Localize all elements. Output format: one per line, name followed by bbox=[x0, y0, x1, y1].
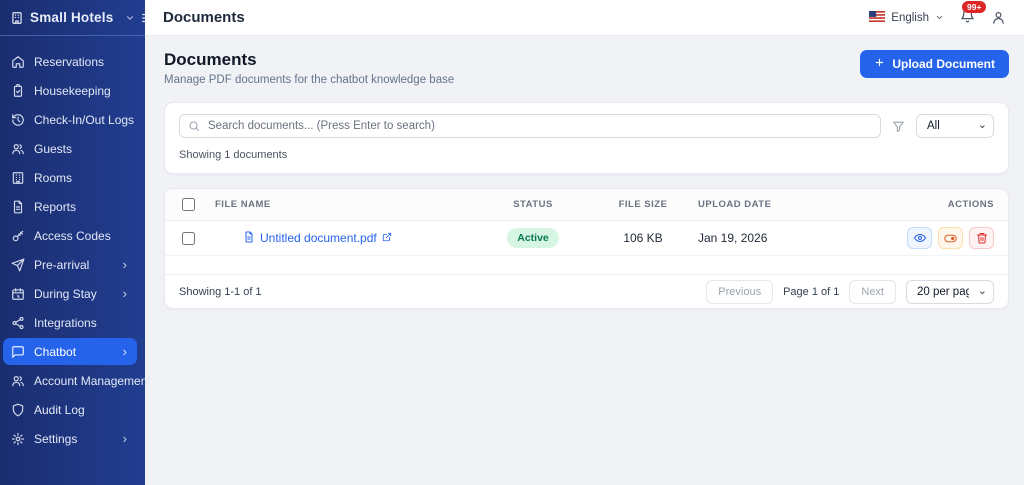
filter-funnel-icon[interactable] bbox=[892, 120, 905, 133]
sidebar-item-rooms[interactable]: Rooms bbox=[3, 164, 137, 191]
sidebar-item-guests[interactable]: Guests bbox=[3, 135, 137, 162]
page-subtitle: Manage PDF documents for the chatbot kno… bbox=[164, 74, 454, 86]
chevron-down-icon[interactable] bbox=[125, 13, 135, 23]
sidebar-item-checkinout-logs[interactable]: Check-In/Out Logs bbox=[3, 106, 137, 133]
share-network-icon bbox=[11, 316, 25, 330]
column-header-upload-date: Upload Date bbox=[698, 199, 898, 210]
notifications-button[interactable]: 99+ bbox=[960, 8, 975, 28]
file-text-icon bbox=[11, 200, 25, 214]
chevron-right-icon: › bbox=[123, 431, 129, 446]
home-icon bbox=[11, 55, 25, 69]
sidebar-nav: Reservations Housekeeping Check-In/Out L… bbox=[0, 36, 145, 485]
sidebar-item-account-management[interactable]: Account Management bbox=[3, 367, 137, 394]
content: Documents Manage PDF documents for the c… bbox=[145, 36, 1024, 485]
sidebar-item-settings[interactable]: Settings › bbox=[3, 425, 137, 452]
history-icon bbox=[11, 113, 25, 127]
topbar-title: Documents bbox=[163, 9, 245, 26]
status-filter-select[interactable]: All bbox=[916, 114, 994, 138]
table-row: Untitled document.pdf Active 106 KB Jan … bbox=[165, 221, 1008, 256]
upload-document-button[interactable]: Upload Document bbox=[860, 50, 1009, 78]
page-indicator: Page 1 of 1 bbox=[783, 286, 839, 298]
shield-icon bbox=[11, 403, 25, 417]
file-name: Untitled document.pdf bbox=[260, 231, 377, 245]
sidebar: Small Hotels Reservations Housekeeping C… bbox=[0, 0, 145, 485]
next-page-button[interactable]: Next bbox=[849, 280, 896, 304]
column-header-file-name: File Name bbox=[211, 199, 478, 210]
sidebar-item-access-codes[interactable]: Access Codes bbox=[3, 222, 137, 249]
column-header-status: Status bbox=[513, 199, 553, 210]
sidebar-item-reports[interactable]: Reports bbox=[3, 193, 137, 220]
search-input[interactable] bbox=[179, 114, 881, 138]
document-icon bbox=[243, 231, 255, 246]
view-document-button[interactable] bbox=[907, 227, 932, 249]
status-badge: Active bbox=[507, 228, 559, 248]
per-page-select[interactable]: 20 per page bbox=[906, 280, 994, 304]
eye-icon bbox=[914, 232, 926, 244]
chevron-right-icon: › bbox=[123, 344, 129, 359]
pagination-bar: Showing 1-1 of 1 Previous Page 1 of 1 Ne… bbox=[165, 274, 1008, 308]
clipboard-icon bbox=[11, 84, 25, 98]
plus-icon bbox=[874, 57, 885, 71]
hotel-building-icon bbox=[10, 11, 24, 25]
sidebar-item-reservations[interactable]: Reservations bbox=[3, 48, 137, 75]
file-size-value: 106 KB bbox=[623, 231, 662, 245]
toggle-status-button[interactable] bbox=[938, 227, 963, 249]
upload-date-value: Jan 19, 2026 bbox=[698, 231, 898, 245]
search-panel: All ⌄ Showing 1 documents bbox=[164, 102, 1009, 174]
key-icon bbox=[11, 229, 25, 243]
sidebar-item-audit-log[interactable]: Audit Log bbox=[3, 396, 137, 423]
brand-header: Small Hotels bbox=[0, 0, 145, 36]
trash-icon bbox=[976, 232, 988, 244]
chat-icon bbox=[11, 345, 25, 359]
delete-document-button[interactable] bbox=[969, 227, 994, 249]
results-count: Showing 1 documents bbox=[179, 149, 994, 161]
column-header-file-size: File Size bbox=[619, 199, 668, 210]
toggle-icon bbox=[944, 232, 957, 245]
user-menu-button[interactable] bbox=[991, 10, 1006, 25]
sidebar-item-integrations[interactable]: Integrations bbox=[3, 309, 137, 336]
select-all-checkbox[interactable] bbox=[182, 198, 195, 211]
language-selector[interactable]: English bbox=[869, 11, 944, 25]
topbar: Documents English 99+ bbox=[145, 0, 1024, 36]
chevron-down-icon bbox=[935, 13, 944, 22]
column-header-actions: Actions bbox=[948, 199, 1008, 210]
users-icon bbox=[11, 142, 25, 156]
row-checkbox[interactable] bbox=[182, 232, 195, 245]
sidebar-item-pre-arrival[interactable]: Pre-arrival › bbox=[3, 251, 137, 278]
sidebar-item-housekeeping[interactable]: Housekeeping bbox=[3, 77, 137, 104]
brand-name: Small Hotels bbox=[30, 10, 113, 25]
table-header-row: File Name Status File Size Upload Date A… bbox=[165, 189, 1008, 221]
language-label: English bbox=[891, 12, 929, 24]
sidebar-item-chatbot[interactable]: Chatbot › bbox=[3, 338, 137, 365]
users-icon bbox=[11, 374, 25, 388]
documents-table: File Name Status File Size Upload Date A… bbox=[164, 188, 1009, 309]
calendar-icon bbox=[11, 287, 25, 301]
pagination-summary: Showing 1-1 of 1 bbox=[179, 286, 262, 298]
table-body: Untitled document.pdf Active 106 KB Jan … bbox=[165, 221, 1008, 274]
us-flag-icon bbox=[869, 11, 885, 25]
page-title: Documents bbox=[164, 50, 454, 70]
external-link-icon bbox=[382, 231, 392, 245]
file-link[interactable]: Untitled document.pdf bbox=[243, 231, 392, 246]
send-icon bbox=[11, 258, 25, 272]
chevron-right-icon: › bbox=[123, 257, 129, 272]
main-area: Documents English 99+ bbox=[145, 0, 1024, 485]
chevron-right-icon: › bbox=[123, 286, 129, 301]
gear-icon bbox=[11, 432, 25, 446]
previous-page-button[interactable]: Previous bbox=[706, 280, 773, 304]
notification-badge: 99+ bbox=[962, 1, 986, 14]
building-icon bbox=[11, 171, 25, 185]
sidebar-item-during-stay[interactable]: During Stay › bbox=[3, 280, 137, 307]
